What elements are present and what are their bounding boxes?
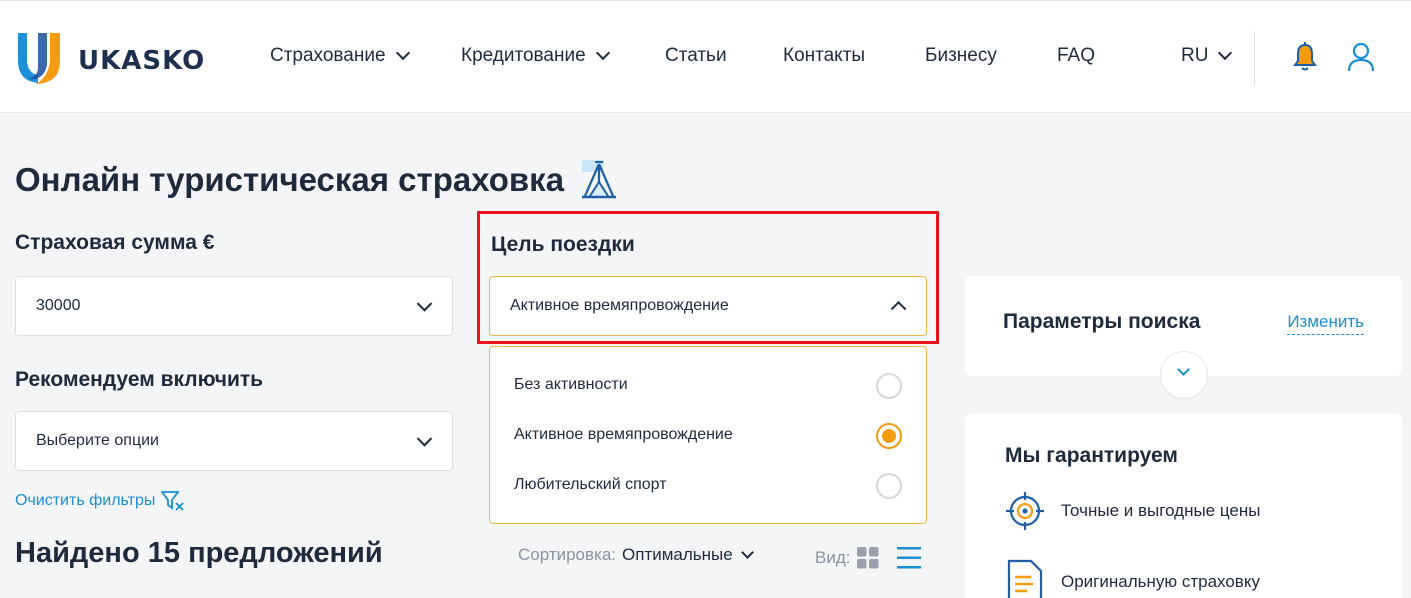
nav-item-business[interactable]: Бизнесу <box>925 45 997 67</box>
option-label: Любительский спорт <box>514 476 667 493</box>
nav-label: Бизнесу <box>925 45 997 66</box>
sum-label: Страховая сумма € <box>15 231 215 254</box>
radio-button[interactable] <box>876 473 902 499</box>
guarantee-card: Мы гарантируем Точные и выгодные цены Ор… <box>965 413 1402 598</box>
sum-select[interactable]: 30000 <box>15 276 453 336</box>
option-label: Без активности <box>514 376 628 393</box>
option-label: Активное времяпровождение <box>514 426 733 443</box>
document-icon <box>1007 559 1043 598</box>
results-count: Найдено 15 предложений <box>15 537 383 570</box>
site-header: UKASKO Страхование Кредитование Статьи К… <box>0 0 1411 113</box>
page-title-text: Онлайн туристическая страховка <box>15 161 565 198</box>
target-icon <box>1006 492 1044 530</box>
list-view-icon[interactable] <box>896 545 922 571</box>
chevron-down-icon <box>416 296 433 312</box>
chevron-down-icon <box>1177 363 1190 376</box>
chevron-down-icon <box>595 45 610 61</box>
change-params-link[interactable]: Изменить <box>1287 312 1364 335</box>
guarantee-label: Точные и выгодные цены <box>1061 501 1261 520</box>
grid-view-icon[interactable] <box>856 546 880 570</box>
purpose-label: Цель поездки <box>491 233 635 256</box>
guarantee-label: Оригинальную страховку <box>1061 572 1260 591</box>
user-icon[interactable] <box>1346 41 1376 73</box>
chevron-down-icon <box>1218 45 1233 61</box>
tent-icon <box>582 160 617 199</box>
bell-icon[interactable] <box>1290 41 1320 73</box>
language-label: RU <box>1181 45 1209 66</box>
sort-selector[interactable]: Сортировка: Оптимальные <box>518 545 754 565</box>
nav-label: Контакты <box>783 45 866 66</box>
clear-filters-label: Очистить фильтры <box>15 492 156 509</box>
purpose-value: Активное времяпровождение <box>510 297 729 314</box>
recommend-select[interactable]: Выберите опции <box>15 411 453 471</box>
nav-item-insurance[interactable]: Страхование <box>270 45 410 67</box>
page-title: Онлайн туристическая страховка <box>15 160 618 200</box>
purpose-dropdown: Без активности Активное времяпровождение… <box>489 346 927 524</box>
guarantee-title: Мы гарантируем <box>1005 444 1178 467</box>
view-switcher: Вид: <box>815 545 922 571</box>
nav-label: FAQ <box>1057 45 1096 66</box>
nav-item-credit[interactable]: Кредитование <box>461 45 610 67</box>
logo-icon <box>18 33 60 84</box>
nav-item-contacts[interactable]: Контакты <box>783 45 865 67</box>
guarantee-item: Оригинальную страховку <box>1005 559 1260 598</box>
chevron-up-icon <box>890 300 907 317</box>
search-params-title: Параметры поиска <box>1003 310 1201 333</box>
guarantee-item: Точные и выгодные цены <box>1005 491 1260 531</box>
language-selector[interactable]: RU <box>1181 45 1233 67</box>
sort-value: Оптимальные <box>622 545 733 564</box>
recommend-label: Рекомендуем включить <box>15 368 264 391</box>
radio-button-selected[interactable] <box>876 423 902 449</box>
found-prefix: Найдено <box>15 537 140 569</box>
chevron-down-icon <box>416 431 433 447</box>
logo-text: UKASKO <box>78 45 206 76</box>
found-count: 15 <box>147 537 180 569</box>
sum-value: 30000 <box>36 297 81 314</box>
nav-item-faq[interactable]: FAQ <box>1057 45 1095 67</box>
view-label: Вид: <box>815 548 851 567</box>
clear-filters-link[interactable]: Очистить фильтры <box>15 490 185 512</box>
logo[interactable]: UKASKO <box>14 31 205 86</box>
chevron-down-icon <box>740 545 754 559</box>
found-suffix: предложений <box>188 537 383 569</box>
purpose-select[interactable]: Активное времяпровождение <box>489 276 927 336</box>
nav-label: Страхование <box>270 45 386 66</box>
header-divider <box>1254 31 1255 85</box>
nav-label: Статьи <box>665 45 727 66</box>
search-params-card: Параметры поиска Изменить <box>965 276 1402 399</box>
nav-item-articles[interactable]: Статьи <box>665 45 727 67</box>
sort-label: Сортировка: <box>518 545 617 564</box>
chevron-down-icon <box>395 45 410 61</box>
radio-button[interactable] <box>876 373 902 399</box>
recommend-placeholder: Выберите опции <box>36 432 159 449</box>
expand-toggle[interactable] <box>1160 351 1208 399</box>
filter-clear-icon <box>161 491 184 511</box>
nav-label: Кредитование <box>461 45 586 66</box>
